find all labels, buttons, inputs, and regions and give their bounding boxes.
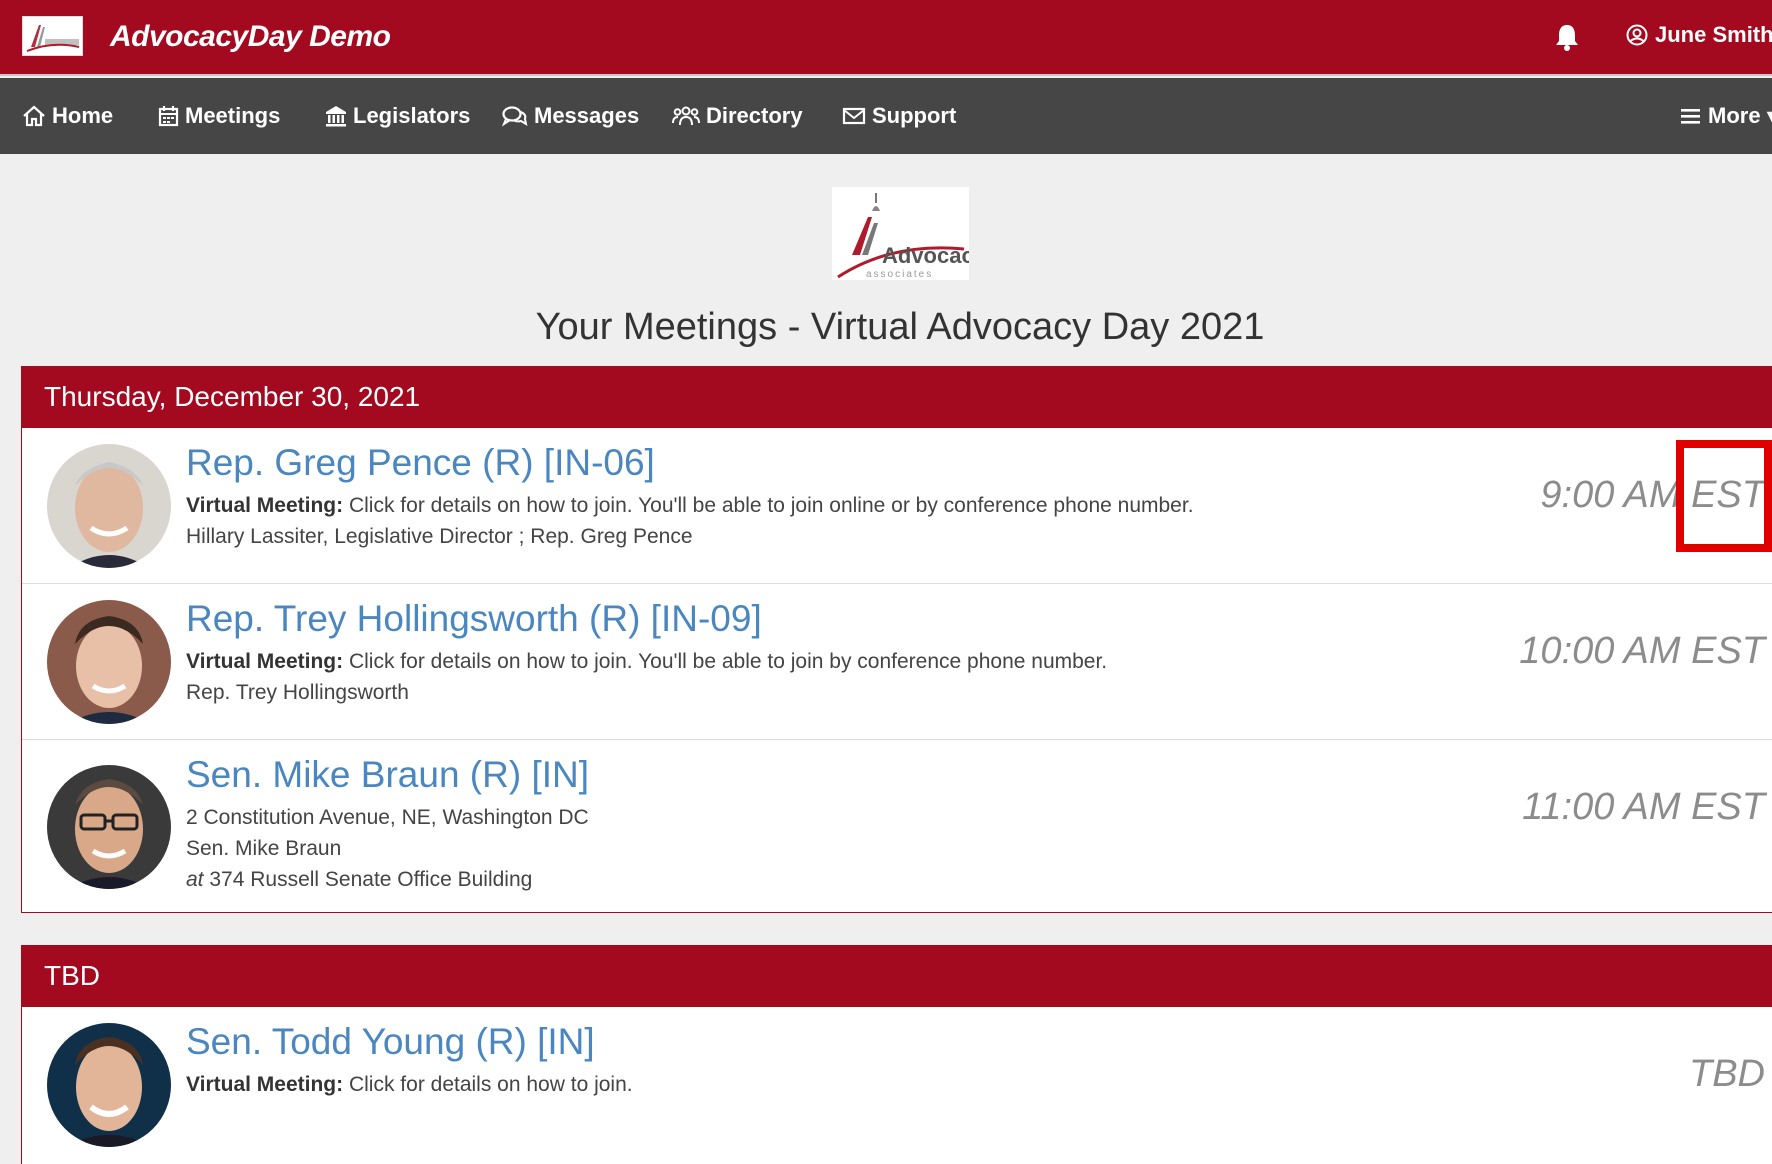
nav-item-legislators[interactable]: Legislators xyxy=(325,78,470,154)
meeting-attendees: Hillary Lassiter, Legislative Director ;… xyxy=(186,525,693,548)
user-name: June Smith xyxy=(1655,22,1772,47)
meeting-title[interactable]: Sen. Todd Young (R) [IN] xyxy=(186,1021,595,1063)
nav-item-messages[interactable]: Messages xyxy=(502,78,639,154)
main-nav: Home Meetings Legislators Messages Direc… xyxy=(0,78,1772,154)
meeting-detail-text: Click for details on how to join. You'll… xyxy=(343,494,1194,517)
organization-logo: Advocacy associates xyxy=(832,187,987,280)
nav-item-label: Meetings xyxy=(185,103,281,128)
nav-item-directory[interactable]: Directory xyxy=(672,78,803,154)
location-text: 374 Russell Senate Office Building xyxy=(203,868,533,891)
top-bar: AdvocacyDay Demo June Smith ▾ xyxy=(0,0,1772,76)
nav-item-label: Support xyxy=(872,103,957,128)
meeting-row[interactable]: Sen. Todd Young (R) [IN] Virtual Meeting… xyxy=(22,1007,1772,1164)
meeting-type-label: Virtual Meeting: xyxy=(186,494,344,517)
nav-item-meetings[interactable]: Meetings xyxy=(158,78,280,154)
users-icon xyxy=(672,106,700,126)
nav-item-label: Messages xyxy=(534,103,640,128)
meetings-card: Rep. Greg Pence (R) [IN-06] Virtual Meet… xyxy=(21,428,1772,913)
meeting-row[interactable]: Sen. Mike Braun (R) [IN] 2 Constitution … xyxy=(22,740,1772,912)
avatar xyxy=(47,1023,171,1147)
chevron-down-icon: ▾ xyxy=(1767,103,1772,129)
meeting-details: Virtual Meeting: Click for details on ho… xyxy=(186,650,1107,674)
bank-icon xyxy=(326,106,346,127)
nav-more-menu[interactable]: More ▾ xyxy=(1680,78,1772,154)
bell-icon[interactable] xyxy=(1554,22,1580,52)
meeting-row[interactable]: Rep. Trey Hollingsworth (R) [IN-09] Virt… xyxy=(22,584,1772,740)
meeting-attendees: Rep. Trey Hollingsworth xyxy=(186,681,409,704)
nav-item-label: Legislators xyxy=(353,103,471,128)
meeting-detail-text: Click for details on how to join. xyxy=(343,1073,633,1096)
envelope-icon xyxy=(842,107,866,125)
meeting-details: Virtual Meeting: Click for details on ho… xyxy=(186,1073,633,1097)
meeting-detail-text: Click for details on how to join. You'll… xyxy=(343,650,1108,673)
location-prefix: at xyxy=(186,868,204,891)
logo-subtext: associates xyxy=(866,269,933,280)
nav-more-label: More xyxy=(1708,103,1761,128)
app-title[interactable]: AdvocacyDay Demo xyxy=(110,20,391,54)
chat-icon xyxy=(502,106,528,127)
page-title: Your Meetings - Virtual Advocacy Day 202… xyxy=(535,306,1265,348)
logo-text: Advocacy xyxy=(882,243,969,268)
nav-item-support[interactable]: Support xyxy=(842,78,956,154)
avatar xyxy=(47,765,171,889)
meeting-title[interactable]: Rep. Trey Hollingsworth (R) [IN-09] xyxy=(186,598,762,640)
avatar xyxy=(47,600,171,724)
meeting-address: 2 Constitution Avenue, NE, Washington DC xyxy=(186,806,589,829)
meeting-type-label: Virtual Meeting: xyxy=(186,1073,344,1096)
nav-item-home[interactable]: Home xyxy=(22,78,113,154)
meeting-attendees: Sen. Mike Braun xyxy=(186,837,342,860)
meeting-details: Virtual Meeting: Click for details on ho… xyxy=(186,494,1194,518)
meeting-time: 11:00 AM EST xyxy=(1522,786,1765,828)
meeting-row[interactable]: Rep. Greg Pence (R) [IN-06] Virtual Meet… xyxy=(22,428,1772,584)
user-circle-icon xyxy=(1626,24,1648,46)
home-icon xyxy=(23,105,45,127)
menu-icon xyxy=(1681,109,1700,124)
section-header: TBD xyxy=(21,945,1772,1007)
meeting-location: at 374 Russell Senate Office Building xyxy=(186,868,532,892)
highlight-box xyxy=(1676,440,1772,552)
section-header: Thursday, December 30, 2021 xyxy=(21,366,1772,428)
meeting-time: TBD xyxy=(1689,1053,1765,1095)
meeting-type-label: Virtual Meeting: xyxy=(186,650,344,673)
user-menu[interactable]: June Smith ▾ xyxy=(1626,22,1772,48)
meeting-time: 10:00 AM EST xyxy=(1519,630,1765,672)
meetings-card: Sen. Todd Young (R) [IN] Virtual Meeting… xyxy=(21,1007,1772,1164)
app-logo[interactable] xyxy=(22,16,83,56)
nav-item-label: Directory xyxy=(706,103,803,128)
calendar-icon xyxy=(158,106,179,127)
meeting-title[interactable]: Sen. Mike Braun (R) [IN] xyxy=(186,754,589,796)
nav-item-label: Home xyxy=(52,103,114,128)
meeting-title[interactable]: Rep. Greg Pence (R) [IN-06] xyxy=(186,442,655,484)
avatar xyxy=(47,444,171,568)
